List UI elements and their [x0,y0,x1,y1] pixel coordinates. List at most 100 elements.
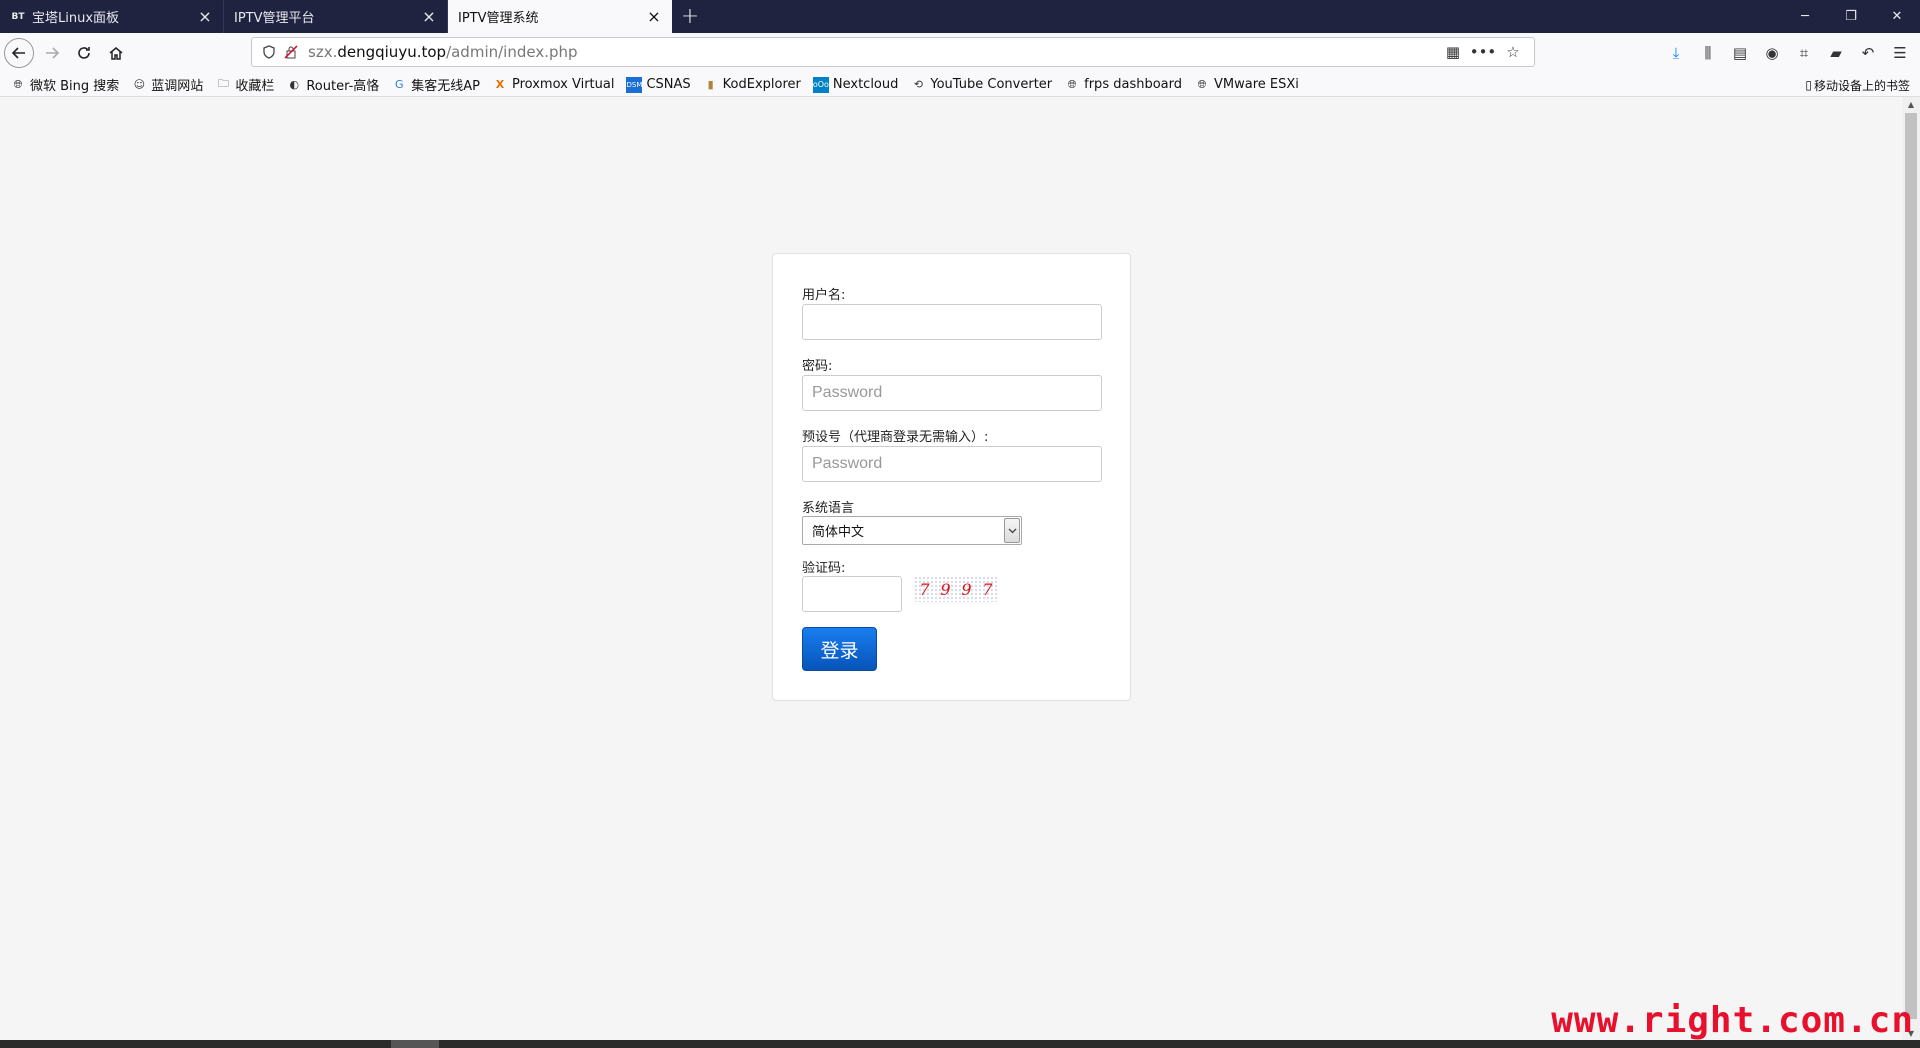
tab-baota[interactable]: BT 宝塔Linux面板 × [0,0,224,33]
scrollbar-thumb[interactable] [1905,113,1917,1019]
restore-button[interactable]: ❐ [1828,0,1874,33]
bookmark-label: Nextcloud [832,77,899,92]
bookmark-label: Proxmox Virtual [512,77,615,92]
download-icon[interactable]: ⤓ [1660,37,1692,69]
chevron-down-icon[interactable] [1004,518,1020,543]
back-arrow-icon[interactable] [4,38,34,68]
tracking-shield-icon[interactable] [258,41,280,63]
converter-icon: ⟲ [913,78,923,91]
address-bar[interactable]: szx.dengqiuyu.top/admin/index.php ▦ ••• … [251,37,1535,67]
site-watermark: www.right.com.cn [1551,1000,1914,1041]
menu-icon[interactable]: ☰ [1884,37,1916,69]
bookmark-label: YouTube Converter [930,77,1053,92]
bookmark-folder[interactable]: 🗀︎ 收藏栏 [215,75,275,94]
scroll-up-icon[interactable]: ▲ [1902,97,1920,111]
captcha-input[interactable] [802,576,902,612]
username-label: 用户名: [802,288,846,303]
language-selected: 简体中文 [812,525,865,540]
globe-icon: 🌐︎ [13,77,23,91]
insecure-lock-icon[interactable] [280,41,302,63]
bookmark-label: 微软 Bing 搜索 [30,79,120,94]
bookmark-vmware[interactable]: 🌐︎ VMware ESXi [1194,77,1299,93]
mobile-bookmarks-label: 移动设备上的书签 [1813,78,1910,93]
forward-arrow-icon[interactable] [36,37,68,69]
window-controls: ─ ❐ ✕ [1782,0,1920,33]
account-icon[interactable]: ◉ [1756,37,1788,69]
close-window-button[interactable]: ✕ [1874,0,1920,33]
kod-icon: ▮ [707,78,714,91]
password-input[interactable] [802,375,1102,411]
page-scrollbar[interactable]: ▲ ▼ [1902,97,1920,1040]
username-input[interactable] [802,304,1102,340]
tab-iptv-platform[interactable]: IPTV管理平台 × [224,0,448,33]
taskbar [0,1040,1920,1048]
bookmark-wifi-ap[interactable]: G 集客无线AP [391,75,480,94]
sidebar-icon[interactable]: ▤ [1724,37,1756,69]
close-icon[interactable]: × [421,8,437,25]
url-text[interactable]: szx.dengqiuyu.top/admin/index.php [308,43,1438,61]
bookmark-label: CSNAS [646,77,691,92]
bookmark-label: VMware ESXi [1214,77,1299,92]
password-label: 密码: [802,359,833,374]
tab-iptv-system[interactable]: IPTV管理系统 × [448,0,672,33]
close-icon[interactable]: × [646,8,662,25]
bookmark-label: frps dashboard [1084,77,1182,92]
navigation-bar: szx.dengqiuyu.top/admin/index.php ▦ ••• … [0,33,1920,73]
bookmark-label: KodExplorer [722,77,801,92]
bookmark-label: 收藏栏 [235,79,275,94]
login-card: 用户名: 密码: 预设号（代理商登录无需输入）: 系统语言 简体中文 验证码: … [772,253,1131,701]
captcha-char: 7 [982,579,993,599]
page-actions-icon[interactable]: ••• [1468,40,1498,64]
url-subdomain: szx. [308,43,338,61]
wifi-ap-icon: G [395,78,404,91]
close-icon[interactable]: × [197,8,213,25]
bookmark-label: Router-高恪 [306,79,380,94]
url-domain: dengqiuyu.top [337,43,447,61]
plus-icon[interactable]: + [672,0,708,33]
bookmark-star-icon[interactable]: ☆ [1498,40,1528,64]
page-content: 用户名: 密码: 预设号（代理商登录无需输入）: 系统语言 简体中文 验证码: … [0,97,1902,1040]
reload-icon[interactable] [68,37,100,69]
bookmark-label: 蓝调网站 [151,79,204,94]
captcha-char: 9 [961,579,972,599]
bookmark-nextcloud[interactable]: oOo Nextcloud [813,76,899,93]
language-select[interactable]: 简体中文 [802,516,1022,545]
mobile-bookmarks[interactable]: ▯ 移动设备上的书签 [1805,73,1910,97]
tab-label: IPTV管理平台 [234,11,315,26]
bookmark-label: 集客无线AP [411,79,481,94]
chat-icon[interactable]: ▰ [1820,37,1852,69]
qr-code-icon[interactable]: ▦ [1438,40,1468,64]
bookmark-router[interactable]: ◐ Router-高恪 [286,75,380,94]
bookmark-proxmox[interactable]: X Proxmox Virtual [492,77,615,93]
url-path: /admin/index.php [446,43,578,61]
screenshot-icon[interactable]: ⌗ [1788,37,1820,69]
captcha-char: 9 [940,579,951,599]
tab-strip: BT 宝塔Linux面板 × IPTV管理平台 × IPTV管理系统 × + ─… [0,0,1920,33]
language-label: 系统语言 [802,501,855,516]
bookmark-bing[interactable]: 🌐︎ 微软 Bing 搜索 [10,75,120,95]
bookmark-lantiao[interactable]: ☺ 蓝调网站 [131,75,204,94]
captcha-image[interactable]: 7 9 9 7 [914,576,998,602]
mobile-icon: ▯ [1805,78,1812,92]
bookmark-kodexplorer[interactable]: ▮ KodExplorer [703,77,801,93]
home-icon[interactable] [100,37,132,69]
toolbar-right: ⤓ ⫼ ▤ ◉ ⌗ ▰ ↶ ☰ [1660,37,1916,69]
bookmark-csnas[interactable]: DSM CSNAS [626,76,691,93]
router-icon: ◐ [289,78,300,91]
bt-favicon: BT [11,11,25,22]
globe-icon: 🌐︎ [1067,77,1077,91]
minimize-button[interactable]: ─ [1782,0,1828,33]
library-icon[interactable]: ⫼ [1692,37,1724,69]
bookmarks-bar: 🌐︎ 微软 Bing 搜索 ☺ 蓝调网站 🗀︎ 收藏栏 ◐ Router-高恪 G 集客无… [0,73,1920,97]
preset-label: 预设号（代理商登录无需输入）: [802,430,989,445]
bookmark-frps[interactable]: 🌐︎ frps dashboard [1064,77,1182,93]
folder-icon: 🗀︎ [217,77,229,90]
site-icon: ☺ [133,78,146,91]
captcha-char: 7 [919,579,930,599]
login-button[interactable]: 登录 [802,627,877,671]
bookmark-youtube-converter[interactable]: ⟲ YouTube Converter [910,77,1052,93]
tab-label: 宝塔Linux面板 [32,11,120,26]
undo-icon[interactable]: ↶ [1852,37,1884,69]
preset-input[interactable] [802,446,1102,482]
taskbar-segment[interactable] [391,1040,439,1048]
